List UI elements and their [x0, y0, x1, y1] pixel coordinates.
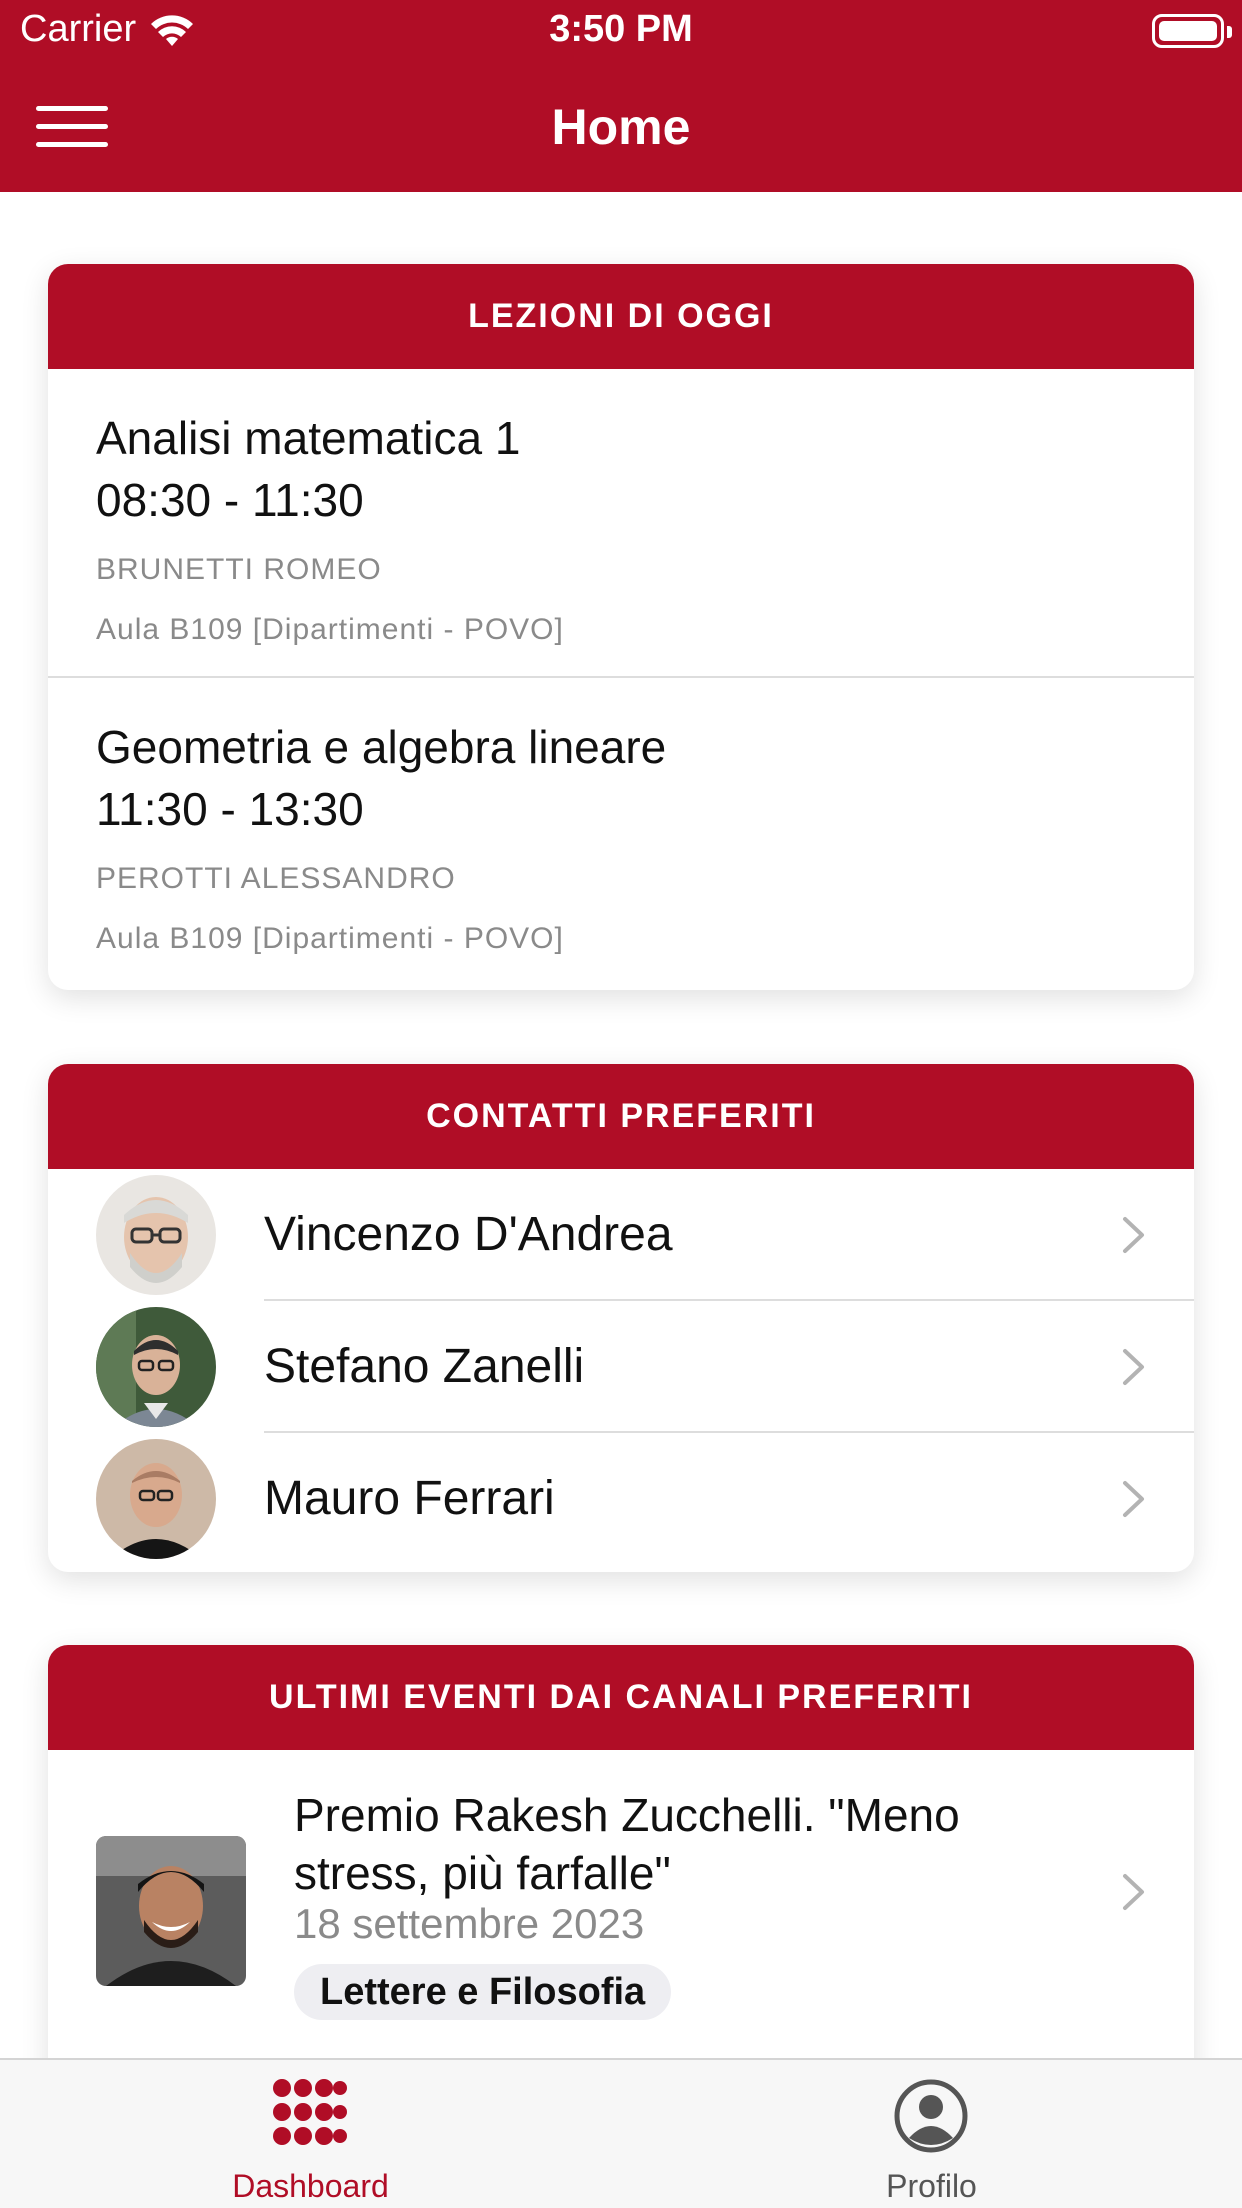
navigation-bar: Carrier 3:50 PM Home [0, 0, 1242, 192]
event-title: Premio Rakesh Zucchelli. "Meno stress, p… [294, 1789, 960, 1899]
contacts-card-header: CONTATTI PREFERITI [48, 1064, 1194, 1169]
channel-badge: Lettere e Filosofia [294, 1964, 672, 2020]
status-bar: Carrier 3:50 PM [0, 0, 1242, 62]
contact-row[interactable]: Vincenzo D'Andrea [48, 1169, 1194, 1301]
lesson-time: 08:30 - 11:30 [96, 474, 364, 526]
event-item[interactable]: Premio Rakesh Zucchelli. "Meno stress, p… [48, 1750, 1194, 2050]
tab-label: Dashboard [232, 2168, 389, 2204]
page-title: Home [551, 99, 691, 155]
chevron-right-icon [1123, 1349, 1144, 1385]
profile-icon [894, 2079, 968, 2153]
event-date: 18 settembre 2023 [294, 1900, 645, 1947]
grid-dots-icon [273, 2079, 347, 2145]
lesson-room: Aula B109 [Dipartimenti - POVO] [96, 922, 564, 955]
events-card: ULTIMI EVENTI DAI CANALI PREFERITI Premi… [48, 1645, 1194, 2095]
lesson-item[interactable]: Geometria e algebra lineare 11:30 - 13:3… [48, 676, 1194, 983]
lesson-room: Aula B109 [Dipartimenti - POVO] [96, 613, 564, 646]
lesson-name: Analisi matematica 1 [96, 412, 521, 464]
battery-icon [1152, 14, 1232, 48]
status-time: 3:50 PM [549, 8, 693, 50]
contact-name: Vincenzo D'Andrea [264, 1208, 673, 1261]
event-thumbnail [96, 1836, 246, 1986]
contact-name: Mauro Ferrari [264, 1472, 555, 1525]
lesson-teacher: PEROTTI ALESSANDRO [96, 862, 456, 895]
avatar [96, 1439, 216, 1559]
lesson-teacher: BRUNETTI ROMEO [96, 553, 382, 586]
lesson-item[interactable]: Analisi matematica 1 08:30 - 11:30 BRUNE… [48, 369, 1194, 676]
lesson-name: Geometria e algebra lineare [96, 721, 667, 773]
lesson-time: 11:30 - 13:30 [96, 783, 364, 835]
contact-row[interactable]: Mauro Ferrari [48, 1433, 1194, 1565]
avatar [96, 1307, 216, 1427]
contacts-card: CONTATTI PREFERITI Vincenzo D'Andrea Ste… [48, 1064, 1194, 1572]
lessons-card-header: LEZIONI DI OGGI [48, 264, 1194, 369]
contact-name: Stefano Zanelli [264, 1340, 585, 1393]
tab-label: Profilo [886, 2168, 977, 2204]
chevron-right-icon [1123, 1481, 1144, 1517]
events-card-header: ULTIMI EVENTI DAI CANALI PREFERITI [48, 1645, 1194, 1750]
chevron-right-icon [1123, 1874, 1144, 1910]
tab-dashboard[interactable]: Dashboard [0, 2060, 621, 2208]
chevron-right-icon [1123, 1217, 1144, 1253]
contact-row[interactable]: Stefano Zanelli [48, 1301, 1194, 1433]
tab-profilo[interactable]: Profilo [621, 2060, 1242, 2208]
lessons-card: LEZIONI DI OGGI Analisi matematica 1 08:… [48, 264, 1194, 990]
avatar [96, 1175, 216, 1295]
tab-bar: Dashboard Profilo [0, 2058, 1242, 2208]
